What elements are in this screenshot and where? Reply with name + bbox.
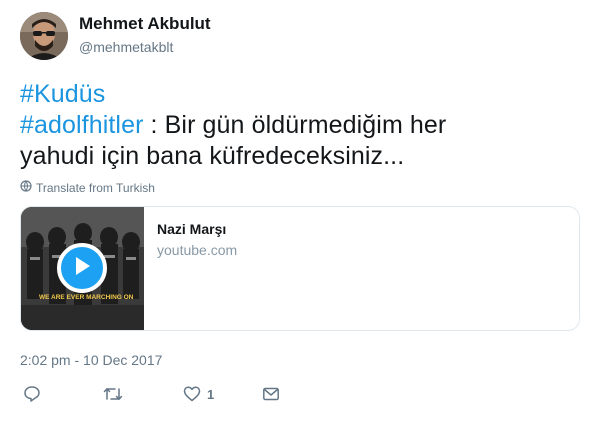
hashtag-adolfhitler[interactable]: #adolfhitler	[20, 111, 144, 139]
thumbnail-caption: WE ARE EVER MARCHING ON	[39, 294, 134, 301]
user-handle[interactable]: @mehmetakblt	[79, 39, 173, 55]
like-button[interactable]: 1	[183, 385, 214, 403]
tweet-text: #Kudüs #adolfhitler : Bir gün öldürmediğ…	[20, 79, 590, 172]
card-domain: youtube.com	[157, 242, 238, 258]
translate-label: Translate from Turkish	[36, 180, 155, 195]
reply-button[interactable]	[23, 385, 41, 403]
user-name[interactable]: Mehmet Akbulut	[79, 14, 211, 34]
hashtag-kudus[interactable]: #Kudüs	[20, 80, 105, 108]
play-icon	[73, 256, 91, 281]
avatar[interactable]	[20, 12, 68, 60]
link-card[interactable]: WE ARE EVER MARCHING ON Nazi Marşı youtu…	[20, 206, 580, 331]
tweet-actions: 1	[20, 385, 420, 407]
envelope-icon	[262, 385, 280, 403]
card-title[interactable]: Nazi Marşı	[157, 221, 226, 237]
translate-link[interactable]: Translate from Turkish	[20, 180, 155, 195]
tweet-text-line1: : Bir gün öldürmediğim her	[143, 111, 447, 139]
globe-icon	[20, 180, 32, 195]
avatar-image	[20, 12, 68, 60]
heart-icon	[183, 385, 201, 403]
retweet-icon	[103, 385, 123, 403]
direct-message-button[interactable]	[262, 385, 280, 403]
play-button[interactable]	[57, 243, 107, 293]
retweet-button[interactable]	[103, 385, 123, 403]
reply-icon	[23, 385, 41, 403]
tweet-text-line2: yahudi için bana küfredeceksiniz...	[20, 142, 405, 170]
video-thumbnail[interactable]: WE ARE EVER MARCHING ON	[21, 207, 144, 330]
tweet-timestamp[interactable]: 2:02 pm - 10 Dec 2017	[20, 352, 162, 368]
like-count: 1	[207, 386, 215, 402]
